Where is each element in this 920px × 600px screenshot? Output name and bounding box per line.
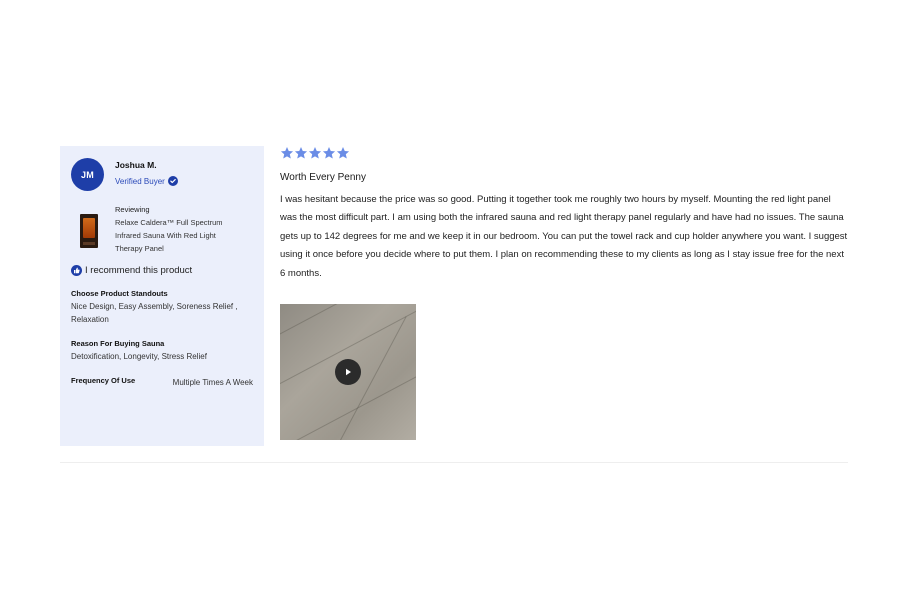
author-name: Joshua M. — [115, 160, 157, 170]
field-reason: Reason For Buying Sauna Detoxification, … — [71, 339, 253, 363]
field-standouts: Choose Product Standouts Nice Design, Ea… — [71, 289, 253, 326]
field-value: Detoxification, Longevity, Stress Relief — [71, 352, 207, 361]
play-button[interactable] — [335, 359, 361, 385]
avatar: JM — [71, 158, 104, 191]
review-content: Worth Every Penny I was hesitant because… — [280, 146, 848, 440]
play-icon — [346, 368, 351, 376]
recommend-row: I recommend this product — [71, 265, 253, 276]
author-meta: Joshua M. Verified Buyer — [115, 158, 178, 186]
check-badge-icon — [167, 176, 178, 186]
product-info: Reviewing Relaxe Caldera™ Full Spectrum … — [115, 205, 240, 255]
field-label: Reason For Buying Sauna — [71, 339, 165, 348]
field-label: Frequency Of Use — [71, 376, 136, 385]
star-icon — [336, 147, 350, 159]
field-value: Nice Design, Easy Assembly, Soreness Rel… — [71, 302, 238, 324]
star-icon — [322, 147, 336, 159]
product-thumbnail[interactable] — [80, 214, 98, 248]
author-row: JM Joshua M. Verified Buyer — [71, 158, 253, 191]
verified-label: Verified Buyer — [115, 176, 165, 186]
star-icon — [280, 147, 294, 159]
thumbs-up-icon — [71, 265, 82, 276]
field-frequency: Frequency Of Use Multiple Times A Week — [71, 376, 253, 389]
verified-badge: Verified Buyer — [115, 176, 178, 186]
field-label: Choose Product Standouts — [71, 289, 168, 298]
review-divider — [60, 462, 848, 463]
star-icon — [308, 147, 322, 159]
reviewing-label: Reviewing — [115, 205, 150, 214]
reviewed-product: Reviewing Relaxe Caldera™ Full Spectrum … — [71, 205, 253, 255]
reviewer-sidebar: JM Joshua M. Verified Buyer Reviewing Re… — [60, 146, 264, 446]
review-video-thumbnail[interactable] — [280, 304, 416, 440]
star-icon — [294, 147, 308, 159]
product-name-link[interactable]: Relaxe Caldera™ Full Spectrum Infrared S… — [115, 216, 240, 255]
field-value: Multiple Times A Week — [172, 378, 253, 387]
recommend-text: I recommend this product — [85, 265, 193, 276]
review-title: Worth Every Penny — [280, 172, 366, 183]
star-rating — [280, 146, 848, 160]
review-body: I was hesitant because the price was so … — [280, 194, 848, 279]
